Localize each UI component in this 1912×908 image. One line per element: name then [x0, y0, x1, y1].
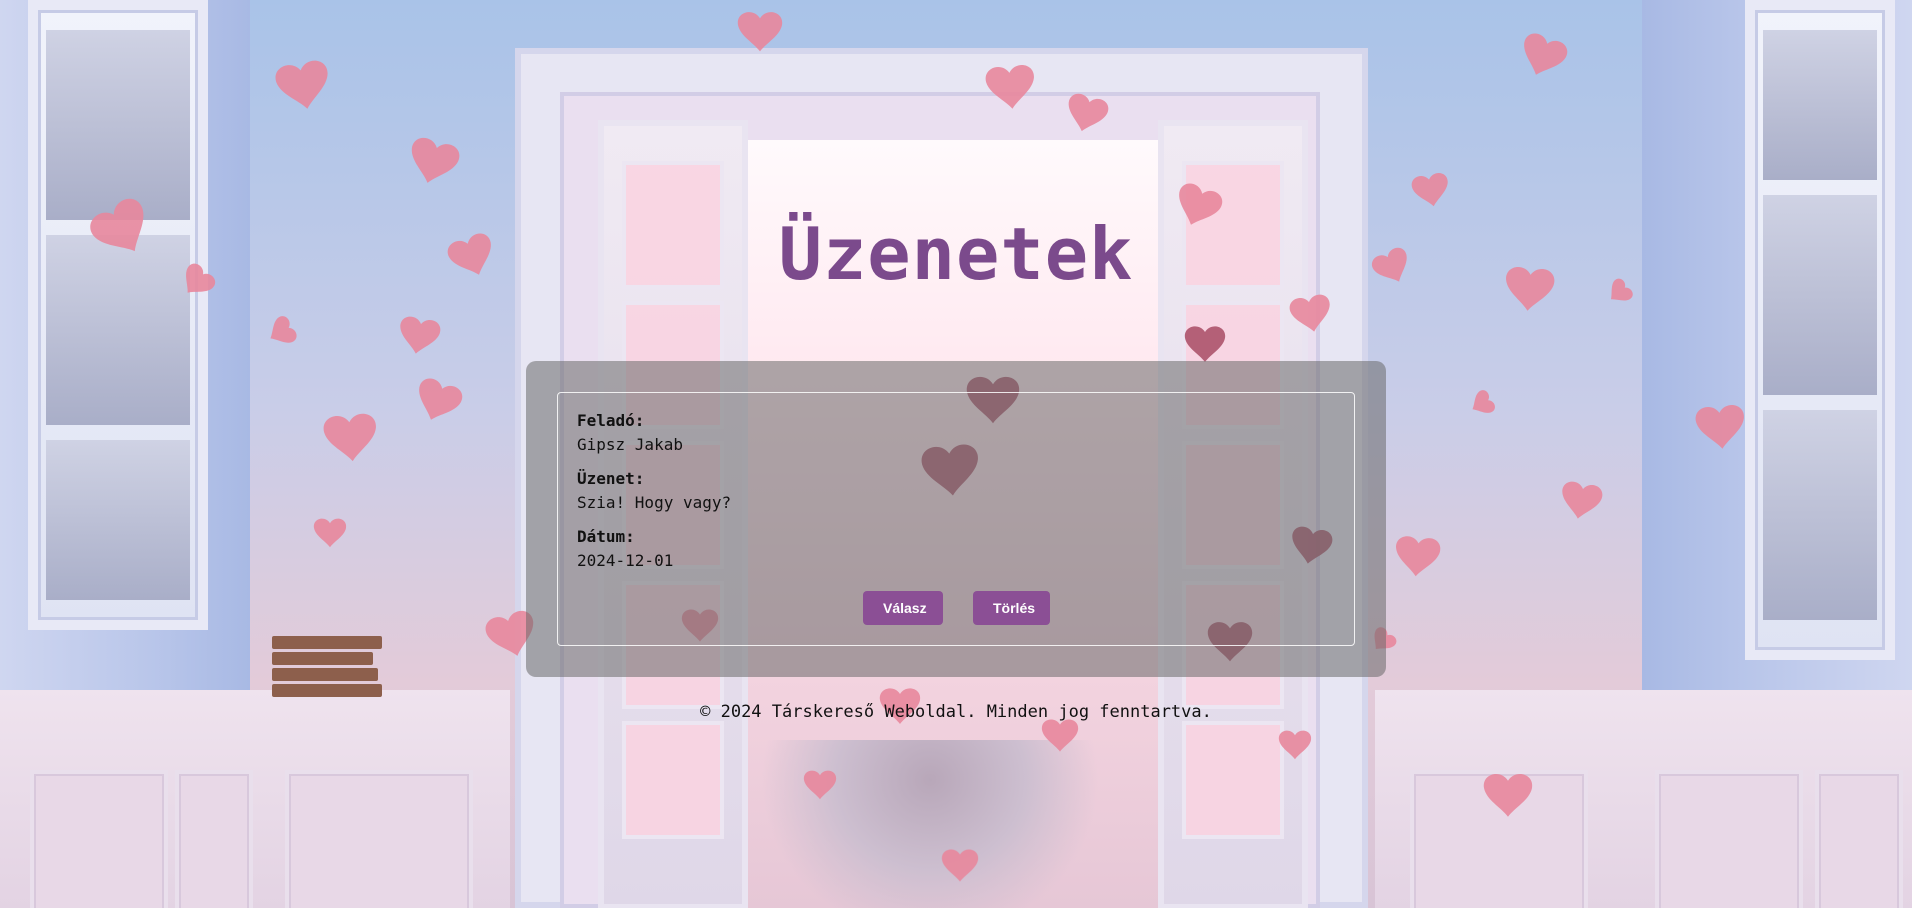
sender-label: Feladó: [577, 411, 645, 430]
reply-button[interactable]: Válasz [863, 591, 943, 625]
page-title: Üzenetek [778, 212, 1134, 296]
footer-copyright: © 2024 Társkereső Weboldal. Minden jog f… [700, 702, 1212, 722]
message-value: Szia! Hogy vagy? [577, 493, 732, 512]
messages-panel: Feladó: Gipsz Jakab Üzenet: Szia! Hogy v… [526, 361, 1386, 677]
sender-field: Feladó: Gipsz Jakab [577, 409, 683, 457]
message-field: Üzenet: Szia! Hogy vagy? [577, 467, 731, 515]
sender-value: Gipsz Jakab [577, 435, 683, 454]
delete-button[interactable]: Törlés [973, 591, 1050, 625]
message-label: Üzenet: [577, 469, 645, 488]
message-card: Feladó: Gipsz Jakab Üzenet: Szia! Hogy v… [557, 392, 1355, 646]
date-field: Dátum: 2024-12-01 [577, 525, 673, 573]
date-label: Dátum: [577, 527, 635, 546]
date-value: 2024-12-01 [577, 551, 674, 570]
